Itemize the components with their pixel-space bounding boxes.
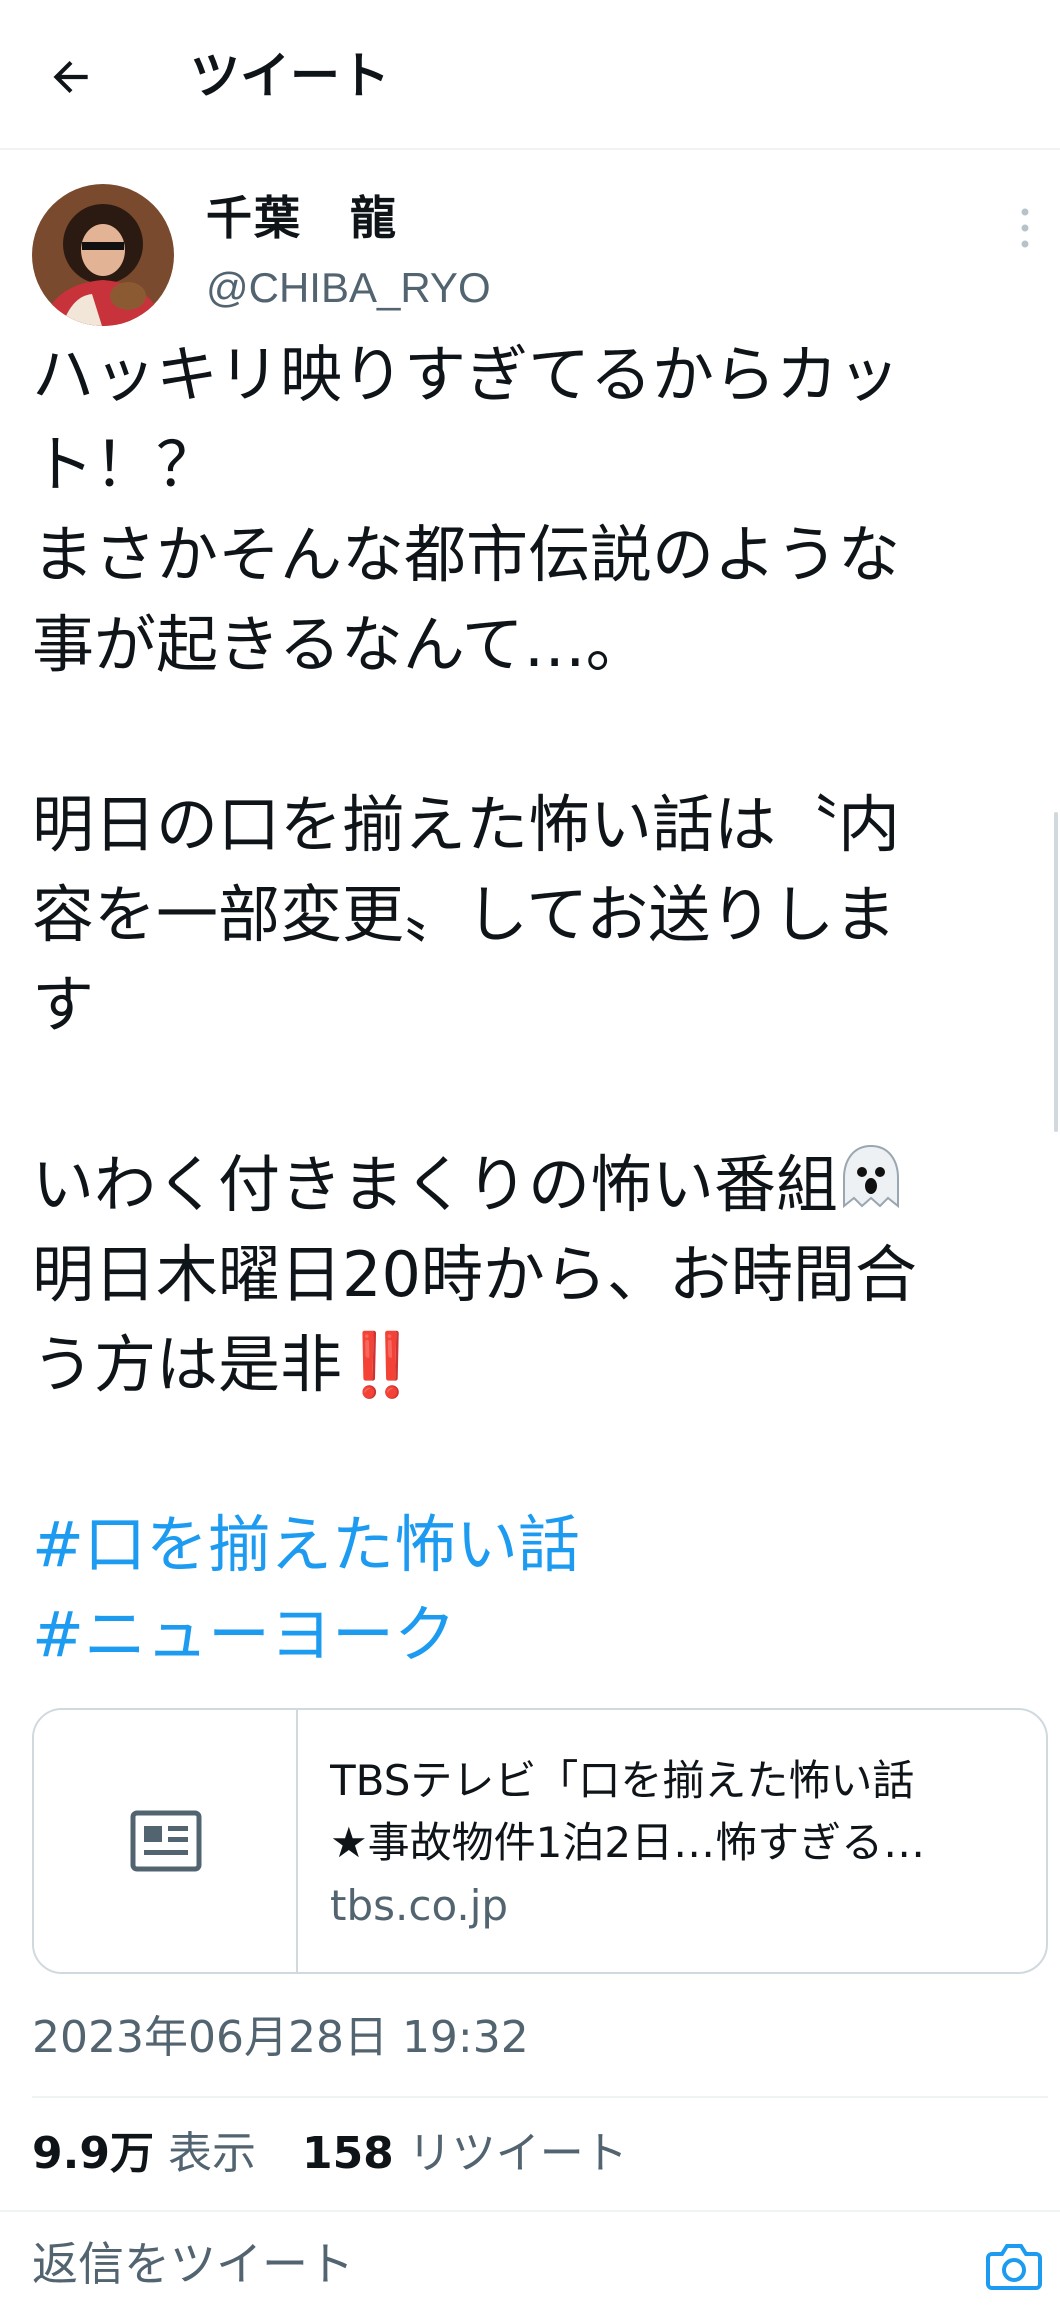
hashtag-link[interactable]: #ニューヨーク — [32, 1598, 456, 1671]
tweet-line: 容を一部変更〟してお送りしま — [32, 878, 897, 951]
retweets-count[interactable]: 158 — [302, 2128, 394, 2179]
tweet-line: まさかそんな都市伝説のような — [32, 518, 901, 591]
tweet-line: ハッキリ映りすぎてるからカッ — [32, 338, 901, 411]
divider — [32, 2096, 1048, 2098]
tweet-timestamp[interactable]: 2023年06月28日 19:32 — [32, 2010, 529, 2066]
reply-bar: 返信をツイート — [0, 2210, 1060, 2314]
double-exclamation-emoji: ‼️ — [342, 1328, 419, 1401]
page-title: ツイート — [190, 47, 390, 105]
card-title: TBSテレビ「口を揃えた怖い話 — [330, 1756, 915, 1805]
tweet-text: ハッキリ映りすぎてるからカッ ト！？ まさかそんな都市伝説のような 事が起きるな… — [32, 330, 1022, 1680]
article-icon — [130, 1810, 202, 1872]
reply-input[interactable]: 返信をツイート — [32, 2234, 354, 2294]
tweet-line: す — [32, 968, 95, 1041]
retweets-label[interactable]: リツイート — [408, 2128, 628, 2179]
link-card[interactable]: TBSテレビ「口を揃えた怖い話 ★事故物件1泊2日…怖すぎる… tbs.co.j… — [32, 1708, 1048, 1974]
tweet-stats: 9.9万 表示 158 リツイート — [32, 2124, 628, 2184]
views-label: 表示 — [167, 2128, 256, 2179]
author-display-name[interactable]: 千葉 龍 — [206, 190, 398, 246]
tweet-line-text: いわく付きまくりの怖い番組 — [32, 1148, 839, 1221]
arrow-left-icon[interactable] — [46, 52, 96, 102]
tweet-line: う方は是非‼️ — [32, 1320, 1022, 1410]
tweet-line: 事が起きるなんて…。 — [32, 608, 648, 681]
tweet-line: 明日木曜日20時から、お時間合 — [32, 1238, 917, 1311]
tweet-line: ト！？ — [32, 428, 219, 501]
avatar[interactable] — [32, 184, 174, 326]
more-options-icon[interactable] — [1010, 206, 1040, 250]
scrollbar[interactable] — [1054, 812, 1058, 1132]
tweet-line-text: う方は是非 — [32, 1328, 343, 1401]
tweet-line: #口を揃えた怖い話 — [32, 1500, 1022, 1590]
card-domain: tbs.co.jp — [330, 1881, 509, 1930]
ghost-emoji-icon — [838, 1142, 904, 1236]
card-title-continued: ★事故物件1泊2日…怖すぎる… — [330, 1818, 926, 1867]
top-bar: ツイート — [0, 0, 1060, 150]
card-thumbnail — [34, 1710, 298, 1972]
views-count: 9.9万 — [32, 2128, 154, 2179]
tweet-line: いわく付きまくりの怖い番組 — [32, 1140, 1022, 1230]
tweet-line: #ニューヨーク — [32, 1590, 1022, 1680]
tweet-line: 明日の口を揃えた怖い話は〝内 — [32, 788, 901, 861]
hashtag-link[interactable]: #口を揃えた怖い話 — [32, 1508, 580, 1581]
author-handle[interactable]: @CHIBA_RYO — [206, 262, 491, 314]
camera-icon[interactable] — [986, 2240, 1042, 2290]
